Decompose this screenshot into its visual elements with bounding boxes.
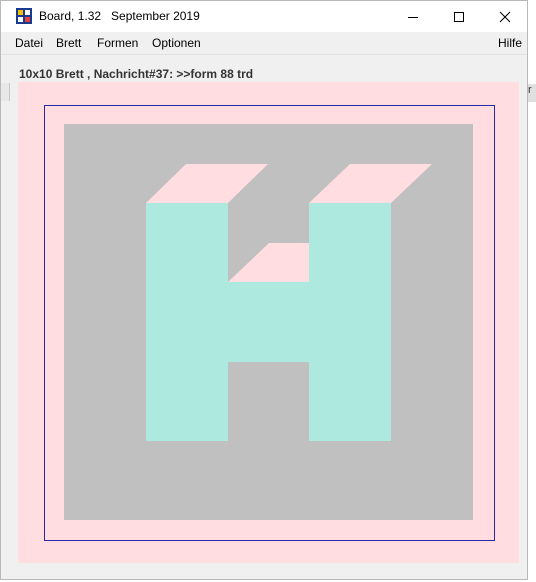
left-edge-tab xyxy=(1,83,10,101)
h-middle-top-face xyxy=(228,243,309,282)
h-right-top-face xyxy=(309,164,432,203)
h-left-top-face xyxy=(146,164,268,203)
letter-h-shape xyxy=(146,164,432,441)
app-window: Board, 1.32 September 2019 Datei Brett F… xyxy=(0,0,528,580)
h-front-face xyxy=(146,203,391,441)
background-window-edge: r xyxy=(528,84,536,102)
